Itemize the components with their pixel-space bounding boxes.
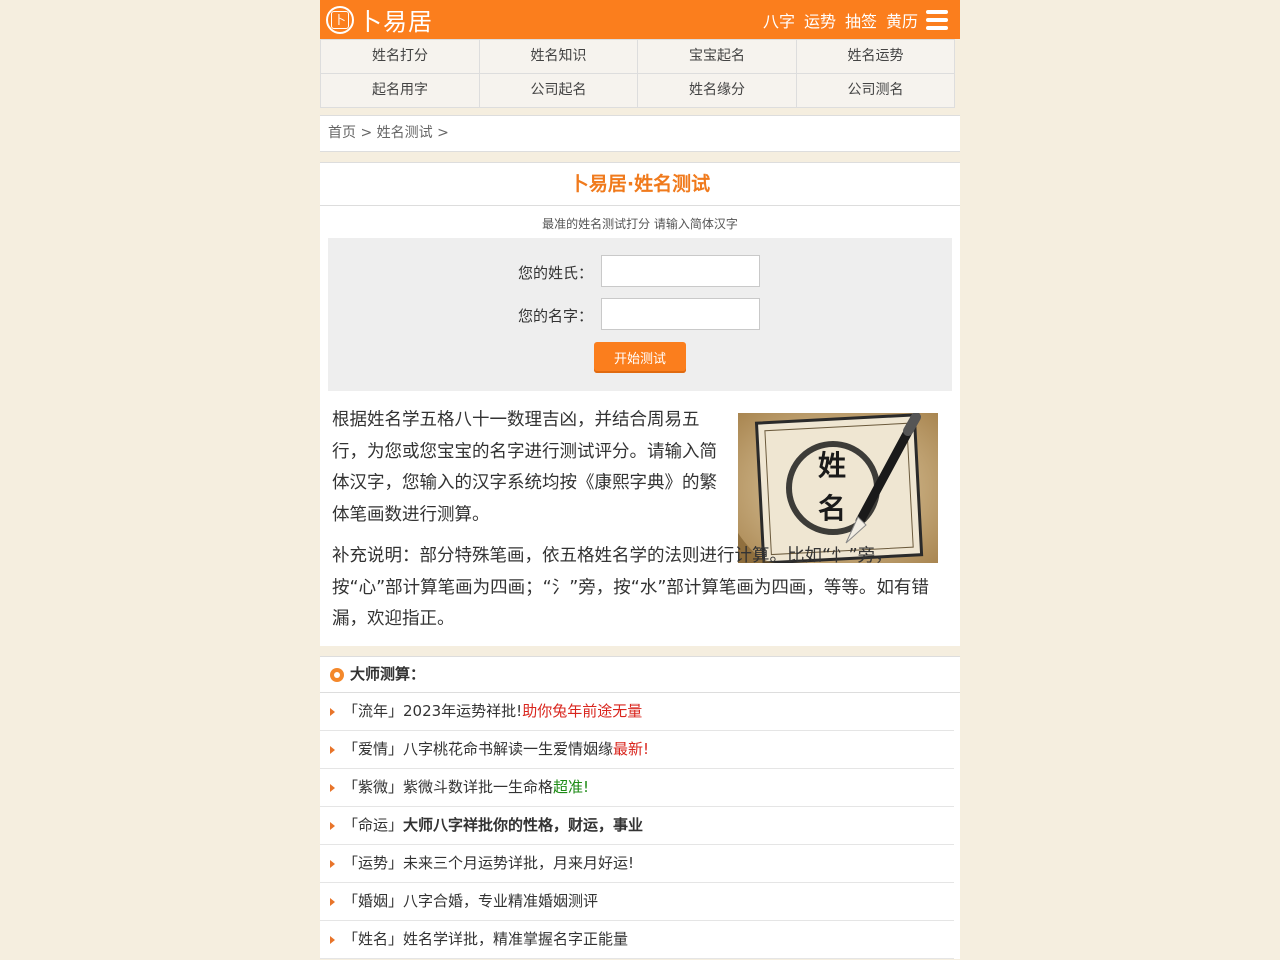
name-test-form: 您的姓氏： 您的名字： 开始测试 xyxy=(328,238,952,391)
category-grid: 姓名打分 姓名知识 宝宝起名 姓名运势 起名用字 公司起名 姓名缘分 公司测名 xyxy=(320,39,955,108)
hamburger-menu-icon[interactable] xyxy=(926,10,948,30)
arrow-right-icon xyxy=(330,745,335,754)
top-bar: 卜 卜易居 八字 运势 抽签 黄历 xyxy=(320,0,960,39)
list-item[interactable]: 「运势」未来三个月运势详批，月来月好运! xyxy=(320,845,954,883)
grid-item-baobao-qiming[interactable]: 宝宝起名 xyxy=(638,39,797,74)
nav-chouqian[interactable]: 抽签 xyxy=(845,8,877,32)
start-test-button[interactable]: 开始测试 xyxy=(594,342,686,373)
name-test-panel: 卜易居·姓名测试 最准的姓名测试打分 请输入简体汉字 您的姓氏： 您的名字： 开… xyxy=(320,162,960,646)
arrow-right-icon xyxy=(330,783,335,792)
surname-input[interactable] xyxy=(601,255,760,287)
svg-text:姓: 姓 xyxy=(818,449,846,482)
nav-bazi[interactable]: 八字 xyxy=(763,8,795,32)
surname-label: 您的姓氏： xyxy=(517,264,593,282)
list-item[interactable]: 「紫微」紫微斗数详批一生命格 超准! xyxy=(320,769,954,807)
arrow-right-icon xyxy=(330,897,335,906)
intro-paragraph-1: 根据姓名学五格八十一数理吉凶，并结合周易五行，为您或您宝宝的名字进行测试评分。请… xyxy=(332,410,717,525)
page: 卜 卜易居 八字 运势 抽签 黄历 姓名打分 姓名知识 宝宝起名 姓名运势 起名… xyxy=(320,0,960,960)
grid-item-qiming-yongzi[interactable]: 起名用字 xyxy=(321,74,480,108)
page-title: 卜易居·姓名测试 xyxy=(320,163,960,206)
given-name-input[interactable] xyxy=(601,298,760,330)
master-list: 「流年」2023年运势祥批! 助你兔年前途无量 「爱情」八字桃花命书解读一生爱情… xyxy=(320,693,960,959)
grid-item-xingming-yuanfen[interactable]: 姓名缘分 xyxy=(638,74,797,108)
breadcrumb-separator: > xyxy=(356,125,377,141)
breadcrumb: 首页 > 姓名测试 > xyxy=(320,115,960,152)
nav-huangli[interactable]: 黄历 xyxy=(886,8,918,32)
intro-paragraph-2: 补充说明：部分特殊笔画，依五格姓名学的法则进行计算。比如“忄”旁，按“心”部计算… xyxy=(332,546,929,629)
list-item[interactable]: 「婚姻」八字合婚，专业精准婚姻测评 xyxy=(320,883,954,921)
flower-icon xyxy=(330,667,344,682)
logo-seal-icon: 卜 xyxy=(326,5,354,34)
grid-item-xingming-dafen[interactable]: 姓名打分 xyxy=(321,39,480,74)
top-nav: 八字 运势 抽签 黄历 xyxy=(754,0,918,39)
list-item[interactable]: 「姓名」姓名学详批，精准掌握名字正能量 xyxy=(320,921,954,959)
svg-text:名: 名 xyxy=(818,492,846,525)
grid-item-xingming-zhishi[interactable]: 姓名知识 xyxy=(480,39,638,74)
logo[interactable]: 卜 卜易居 xyxy=(326,2,433,37)
grid-item-xingming-yunshi[interactable]: 姓名运势 xyxy=(797,39,955,74)
arrow-right-icon xyxy=(330,821,335,830)
list-item[interactable]: 「爱情」八字桃花命书解读一生爱情姻缘 最新! xyxy=(320,731,954,769)
list-item[interactable]: 「流年」2023年运势祥批! 助你兔年前途无量 xyxy=(320,693,954,731)
master-section-title: 大师测算： xyxy=(320,657,960,693)
arrow-right-icon xyxy=(330,859,335,868)
arrow-right-icon xyxy=(330,707,335,716)
arrow-right-icon xyxy=(330,935,335,944)
grid-item-gongsi-qiming[interactable]: 公司起名 xyxy=(480,74,638,108)
given-name-label: 您的名字： xyxy=(517,307,593,325)
breadcrumb-home[interactable]: 首页 xyxy=(328,125,356,141)
nav-yunshi[interactable]: 运势 xyxy=(804,8,836,32)
breadcrumb-separator: > xyxy=(432,125,449,141)
logo-text: 卜易居 xyxy=(358,8,433,36)
intro-section: 根据姓名学五格八十一数理吉凶，并结合周易五行，为您或您宝宝的名字进行测试评分。请… xyxy=(320,391,960,646)
breadcrumb-current[interactable]: 姓名测试 xyxy=(377,125,433,141)
grid-item-gongsi-ceming[interactable]: 公司测名 xyxy=(797,74,955,108)
list-item[interactable]: 「命运」 大师八字祥批你的性格，财运，事业 xyxy=(320,807,954,845)
master-section: 大师测算： 「流年」2023年运势祥批! 助你兔年前途无量 「爱情」八字桃花命书… xyxy=(320,656,960,959)
tool-subtitle: 最准的姓名测试打分 请输入简体汉字 xyxy=(542,217,738,231)
